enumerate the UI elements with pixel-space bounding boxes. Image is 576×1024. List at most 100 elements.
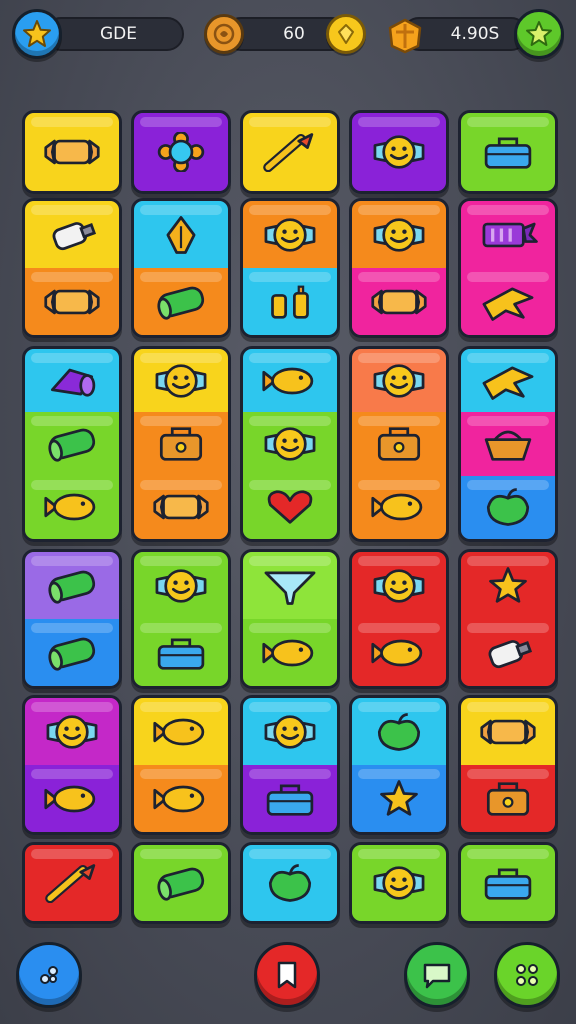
tile-segment xyxy=(461,845,555,921)
tile-segment xyxy=(25,845,119,921)
tile-segment xyxy=(134,619,228,686)
game-tile[interactable] xyxy=(240,110,340,194)
tile-segment xyxy=(243,412,337,476)
game-tile[interactable] xyxy=(22,110,122,194)
face-candy-icon xyxy=(373,135,425,169)
game-tile[interactable] xyxy=(22,346,122,542)
tile-segment xyxy=(352,268,446,335)
game-tile[interactable] xyxy=(22,198,122,338)
toolbox-icon xyxy=(484,868,532,900)
game-tile[interactable] xyxy=(131,549,231,689)
game-tile[interactable] xyxy=(131,842,231,924)
tile-segment xyxy=(461,475,555,539)
shuffle-button[interactable] xyxy=(16,942,82,1008)
tile-segment xyxy=(243,552,337,619)
game-tile[interactable] xyxy=(458,695,558,835)
tile-segment xyxy=(352,349,446,413)
game-tile[interactable] xyxy=(349,110,449,194)
game-tile[interactable] xyxy=(349,549,449,689)
star-bird-icon xyxy=(482,287,534,321)
tile-segment xyxy=(25,698,119,765)
candy-wrapper-icon xyxy=(44,139,100,165)
chat-icon xyxy=(423,963,451,989)
face-candy-icon xyxy=(264,427,316,461)
bag-icon xyxy=(486,781,530,816)
game-tile[interactable] xyxy=(458,346,558,542)
game-tile[interactable] xyxy=(240,198,340,338)
basket-icon xyxy=(484,430,532,461)
fish-icon xyxy=(153,718,205,745)
fish-icon xyxy=(44,493,96,521)
tile-segment xyxy=(134,349,228,413)
tile-segment xyxy=(243,475,337,539)
game-tile[interactable] xyxy=(349,842,449,924)
face-candy-icon xyxy=(373,866,425,900)
game-tile[interactable] xyxy=(131,198,231,338)
tile-segment xyxy=(25,412,119,476)
tile-segment xyxy=(134,475,228,539)
game-tile[interactable] xyxy=(240,346,340,542)
candy-wrapper-icon xyxy=(44,289,100,314)
toolbox-icon xyxy=(266,784,314,816)
fish-icon xyxy=(153,785,205,812)
fish-icon xyxy=(371,493,423,521)
game-tile[interactable] xyxy=(458,549,558,689)
game-tile[interactable] xyxy=(458,110,558,194)
flower-gem-icon xyxy=(157,132,205,172)
game-tile[interactable] xyxy=(458,198,558,338)
chat-button[interactable] xyxy=(404,942,470,1008)
tile-segment xyxy=(461,765,555,832)
game-tile[interactable] xyxy=(22,842,122,924)
face-candy-icon xyxy=(264,217,316,252)
tile-segment xyxy=(352,113,446,191)
tile-segment xyxy=(352,201,446,268)
tile-segment xyxy=(243,349,337,413)
tile-segment xyxy=(25,475,119,539)
game-tile[interactable] xyxy=(240,695,340,835)
fish-icon xyxy=(262,639,314,666)
roll-icon xyxy=(157,286,205,320)
game-tile[interactable] xyxy=(240,842,340,924)
face-candy-icon xyxy=(46,714,98,749)
heart-icon xyxy=(267,490,313,524)
game-tile[interactable] xyxy=(131,695,231,835)
face-candy-icon xyxy=(155,363,207,398)
game-tile[interactable] xyxy=(458,842,558,924)
tile-segment xyxy=(25,349,119,413)
menu-button[interactable] xyxy=(494,942,560,1008)
cannon-icon xyxy=(50,368,96,397)
tile-segment xyxy=(134,698,228,765)
tile-segment xyxy=(461,619,555,686)
tile-segment xyxy=(352,765,446,832)
grid-dots-icon xyxy=(516,964,538,986)
game-tile[interactable] xyxy=(349,346,449,542)
candy-wrapper-icon xyxy=(371,289,427,314)
star-bird-icon xyxy=(482,366,534,400)
bag-icon xyxy=(377,427,421,461)
tile-segment xyxy=(352,552,446,619)
face-candy-icon xyxy=(373,217,425,252)
apple-icon xyxy=(377,712,421,751)
tile-segment xyxy=(352,698,446,765)
apple-icon xyxy=(268,864,312,902)
tile-segment xyxy=(134,113,228,191)
roll-icon xyxy=(48,428,96,462)
tile-segment xyxy=(461,552,555,619)
funnel-icon xyxy=(264,571,316,605)
game-tile[interactable] xyxy=(131,346,231,542)
game-tile[interactable] xyxy=(349,198,449,338)
toolbox-icon xyxy=(484,137,532,169)
face-candy-icon xyxy=(373,568,425,603)
battery-icon xyxy=(482,222,538,247)
game-tile[interactable] xyxy=(22,549,122,689)
bookmark-button[interactable] xyxy=(254,942,320,1008)
tile-segment xyxy=(134,268,228,335)
game-tile[interactable] xyxy=(349,695,449,835)
game-tile[interactable] xyxy=(240,549,340,689)
tile-segment xyxy=(25,619,119,686)
toolbox-icon xyxy=(157,638,205,670)
tile-segment xyxy=(243,268,337,335)
tile-segment xyxy=(461,412,555,476)
game-tile[interactable] xyxy=(131,110,231,194)
game-tile[interactable] xyxy=(22,695,122,835)
